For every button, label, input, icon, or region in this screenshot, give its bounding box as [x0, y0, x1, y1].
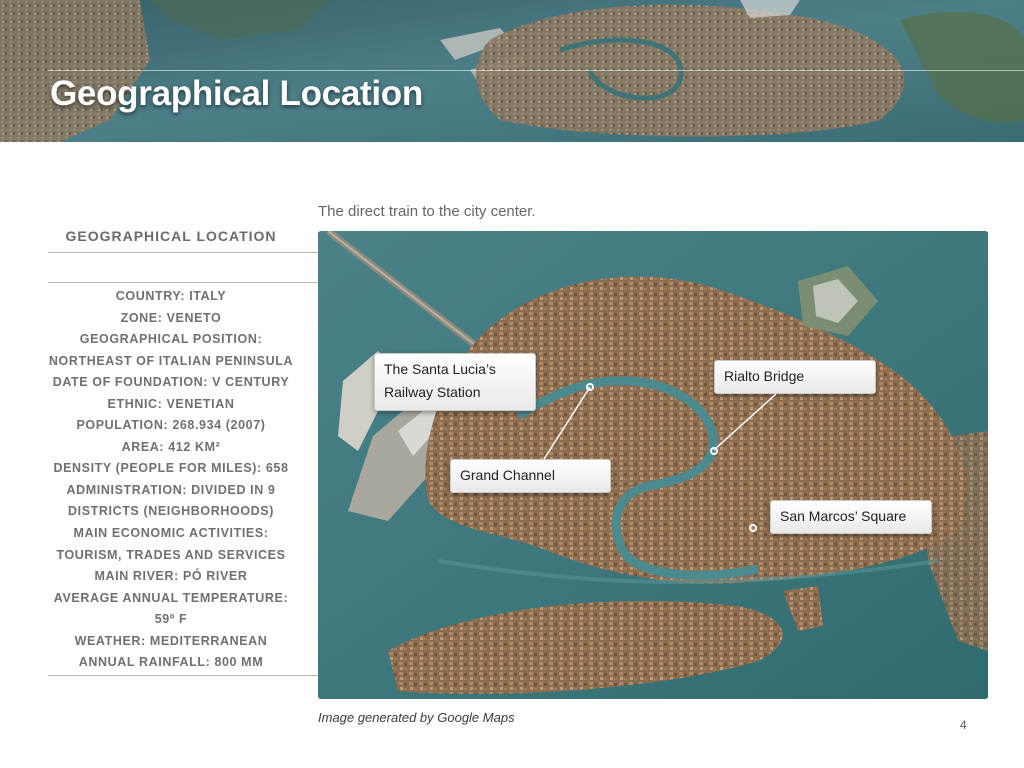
info-list-item: AREA: 412 KM²: [121, 439, 221, 454]
info-list-item: AVERAGE ANNUAL TEMPERATURE:: [53, 590, 289, 605]
satellite-banner-image: [0, 0, 1024, 142]
info-list-item: ANNUAL RAINFALL: 800 MM: [78, 655, 264, 670]
info-list-item: WEATHER: MEDITERRANEAN: [74, 633, 268, 648]
info-list-bottom-rule: [48, 675, 318, 676]
info-list-item: MAIN RIVER: PÓ RIVER: [94, 569, 248, 584]
satellite-map: The Santa Lucia’s Railway Station Rialto…: [318, 231, 988, 699]
info-list-item: COUNTRY: ITALY: [115, 289, 227, 303]
info-list: COUNTRY: ITALY ZONE: VENETO GEOGRAPHICAL P…: [48, 286, 294, 674]
info-list-top-rule: [48, 282, 318, 283]
info-list-item: POPULATION: 268.934 (2007): [76, 418, 266, 433]
info-list-item: NORTHEAST OF ITALIAN PENINSULA: [48, 353, 294, 368]
info-list-item: ADMINISTRATION: DIVIDED IN 9: [66, 482, 276, 497]
banner-rule: [48, 70, 1024, 71]
map-pin-rialto-bridge: [710, 447, 718, 455]
map-caption: The direct train to the city center.: [318, 203, 536, 220]
slide-title: Geographical Location: [50, 74, 423, 113]
info-list-item: TOURISM, TRADES AND SERVICES: [56, 547, 286, 562]
info-list-item: ZONE: VENETO: [120, 310, 222, 325]
map-credit: Image generated by Google Maps: [318, 710, 515, 725]
map-pin-grand-channel: [586, 383, 594, 391]
info-list-item: GEOGRAPHICAL POSITION:: [79, 332, 263, 347]
info-list-item: 59º F: [154, 612, 188, 627]
page-number: 4: [960, 718, 967, 732]
info-list-item: DISTRICTS (NEIGHBORHOODS): [68, 504, 274, 519]
callout-leader-lines: [543, 386, 777, 460]
info-heading: GEOGRAPHICAL LOCATION: [65, 228, 277, 244]
map-pin-san-marcos-square: [749, 524, 757, 532]
header-banner: Geographical Location: [0, 0, 1024, 142]
info-heading-rule: [48, 252, 318, 253]
info-list-item: ETHNIC: VENETIAN: [107, 396, 235, 411]
leader-line-rialto: [713, 393, 777, 451]
info-list-item: DATE OF FOUNDATION: V CENTURY: [52, 375, 290, 390]
info-list-item: DENSITY (PEOPLE FOR MILES): 658: [53, 461, 289, 476]
leader-line-grand-channel: [543, 386, 591, 460]
info-list-item: MAIN ECONOMIC ACTIVITIES:: [73, 526, 269, 541]
